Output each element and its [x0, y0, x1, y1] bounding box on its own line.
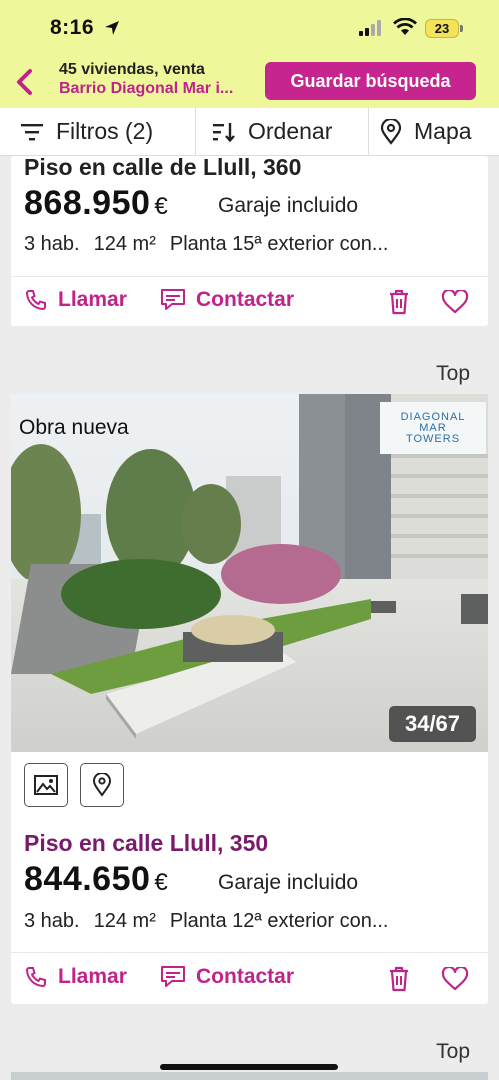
search-header: 45 viviendas, venta Barrio Diagonal Mar … [0, 58, 499, 108]
price-value: 844.650 [24, 860, 151, 898]
logo-line: DIAGONAL [400, 410, 466, 423]
map-label: Mapa [414, 118, 472, 144]
wifi-icon [393, 18, 417, 35]
top-label: Top [436, 362, 470, 385]
rooms: 3 hab. [24, 233, 80, 255]
listing-price: 868.950 € [24, 184, 168, 223]
top-label: Top [436, 1040, 470, 1063]
call-button[interactable]: Llamar [24, 965, 127, 989]
filters-button[interactable]: Filtros (2) [20, 108, 153, 155]
heart-icon[interactable] [441, 290, 469, 314]
back-chevron-icon[interactable] [10, 63, 40, 101]
chat-icon [161, 289, 185, 310]
listing-card[interactable]: Piso en calle Llull, 350 844.650 € Garaje… [11, 752, 488, 1004]
listing-price: 844.650 € [24, 860, 168, 899]
logo-line: MAR [419, 421, 447, 434]
toolbar-divider [368, 108, 369, 155]
new-build-badge: Obra nueva [19, 416, 129, 439]
listing-details: 3 hab. 124 m² Planta 12ª exterior con... [24, 910, 403, 933]
home-indicator[interactable] [160, 1064, 338, 1070]
trash-icon[interactable] [388, 966, 410, 992]
map-pin-icon [92, 773, 112, 797]
contact-button[interactable]: Contactar [160, 288, 294, 312]
photos-button[interactable] [24, 763, 68, 807]
location-arrow-icon [105, 21, 119, 35]
photo-counter: 34/67 [389, 706, 476, 742]
card-divider [11, 276, 488, 277]
listing-details: 3 hab. 124 m² Planta 15ª exterior con... [24, 233, 403, 256]
clock: 8:16 [50, 16, 95, 39]
status-bar: 8:16 23 [0, 0, 499, 58]
filter-toolbar: Filtros (2) Ordenar Mapa [0, 108, 499, 156]
floor-info: Planta 15ª exterior con... [169, 233, 389, 255]
call-label: Llamar [58, 288, 127, 311]
trash-icon[interactable] [388, 289, 410, 315]
parking-info: Garaje incluido [218, 871, 359, 894]
battery-cap [460, 25, 463, 32]
cellular-signal-icon [359, 20, 381, 36]
search-summary: 45 viviendas, venta [59, 61, 205, 78]
chat-icon [161, 966, 185, 987]
developer-logo: DIAGONAL MAR TOWERS [380, 402, 486, 454]
sort-button[interactable]: Ordenar [212, 108, 332, 155]
price-value: 868.950 [24, 184, 151, 222]
next-listing-photo[interactable] [11, 1072, 488, 1080]
search-location[interactable]: Barrio Diagonal Mar i... [59, 80, 259, 98]
heart-icon[interactable] [441, 967, 469, 991]
size: 124 m² [93, 910, 156, 932]
price-currency: € [154, 193, 169, 220]
battery-icon: 23 [425, 19, 459, 38]
contact-label: Contactar [196, 965, 295, 988]
contact-button[interactable]: Contactar [160, 965, 294, 989]
call-button[interactable]: Llamar [24, 288, 127, 312]
phone-icon [25, 290, 46, 311]
size: 124 m² [93, 233, 156, 255]
image-icon [34, 775, 58, 795]
sort-label: Ordenar [248, 118, 333, 144]
parking-info: Garaje incluido [218, 194, 359, 217]
battery-level: 23 [434, 21, 450, 36]
card-divider [11, 952, 488, 953]
listing-title[interactable]: Piso en calle de Llull, 360 [24, 154, 301, 181]
logo-line: TOWERS [405, 432, 461, 445]
floor-info: Planta 12ª exterior con... [169, 910, 389, 932]
contact-label: Contactar [196, 288, 295, 311]
location-button[interactable] [80, 763, 124, 807]
save-search-button[interactable]: Guardar búsqueda [265, 62, 476, 100]
rooms: 3 hab. [24, 910, 80, 932]
sort-icon [213, 122, 235, 142]
call-label: Llamar [58, 965, 127, 988]
phone-icon [25, 967, 46, 988]
listing-title[interactable]: Piso en calle Llull, 350 [24, 830, 268, 857]
map-pin-icon [380, 118, 402, 145]
price-currency: € [154, 869, 169, 896]
listing-photo[interactable]: Obra nueva DIAGONAL MAR TOWERS 34/67 [11, 394, 488, 752]
filter-lines-icon [21, 123, 43, 140]
toolbar-divider [195, 108, 196, 155]
filters-label: Filtros (2) [56, 118, 154, 144]
map-button[interactable]: Mapa [380, 108, 472, 155]
listing-card[interactable]: Piso en calle de Llull, 360 868.950 € Gar… [11, 154, 488, 326]
